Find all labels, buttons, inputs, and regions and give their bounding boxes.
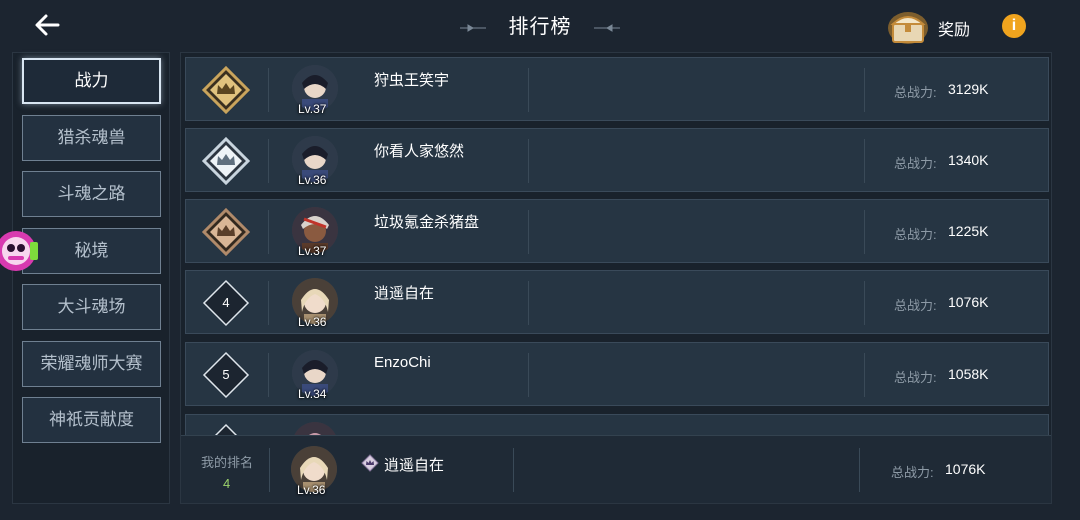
power-value: 1058K [948, 366, 989, 382]
player-name: 你看人家悠然 [374, 143, 465, 160]
divider [864, 68, 865, 112]
power-value: 3129K [948, 81, 989, 97]
divider [859, 448, 860, 492]
treasure-chest-icon [888, 12, 928, 44]
floating-assistant-icon[interactable] [0, 218, 44, 284]
player-name: 垃圾氪金杀猪盘 [374, 214, 480, 231]
player-level: Lv.37 [298, 244, 327, 258]
power-value: 1076K [948, 294, 989, 310]
crown-badge-small-icon [361, 454, 379, 472]
my-player-name: 逍遥自在 [384, 457, 445, 474]
divider [864, 210, 865, 254]
sidebar-item-deity-contribution[interactable]: 神祇贡献度 [22, 397, 161, 443]
rank-number: 4 [222, 295, 230, 310]
rank-number-badge: 4 [202, 279, 250, 327]
gold-crown-badge-icon [202, 66, 250, 114]
power-value: 1340K [948, 152, 989, 168]
sidebar-item-soul-road[interactable]: 斗魂之路 [22, 171, 161, 217]
sidebar-item-arena[interactable]: 大斗魂场 [22, 284, 161, 330]
rank-number: 5 [222, 367, 230, 382]
ranking-row[interactable]: 5 Lv.34 EnzoChi 总战力: 1058K [185, 342, 1049, 406]
player-name: 逍遥自在 [374, 285, 435, 302]
divider [513, 448, 514, 492]
divider [528, 68, 529, 112]
page-title-area: 排行榜 [440, 10, 640, 44]
title-ornament-right-icon [594, 24, 620, 32]
ranking-row[interactable]: Lv.36 你看人家悠然 总战力: 1340K [185, 128, 1049, 192]
ranking-row[interactable]: Lv.37 狩虫王笑宇 总战力: 3129K [185, 57, 1049, 121]
sidebar-item-combat-power[interactable]: 战力 [22, 58, 161, 104]
divider [528, 210, 529, 254]
my-rank-label: 我的排名 [201, 455, 254, 470]
info-icon[interactable]: i [1002, 14, 1026, 38]
power-label: 总战力: [894, 156, 937, 171]
divider [864, 281, 865, 325]
rank-number-badge: 5 [202, 351, 250, 399]
ranking-row[interactable]: Lv.37 垃圾氪金杀猪盘 总战力: 1225K [185, 199, 1049, 263]
player-level: Lv.36 [298, 173, 327, 187]
my-rank-bar: 我的排名 4 Lv.36 逍遥自在 总战力: 1076K [181, 435, 1051, 503]
power-value: 1225K [948, 223, 989, 239]
divider [528, 139, 529, 183]
ranking-list: Lv.37 狩虫王笑宇 总战力: 3129K Lv.36 你看人家悠然 总战力:… [180, 52, 1052, 504]
player-name: EnzoChi [374, 354, 431, 371]
top-bar: 排行榜 奖励 i [0, 0, 1080, 52]
power-label: 总战力: [894, 298, 937, 313]
sidebar-item-glory-tournament[interactable]: 荣耀魂师大赛 [22, 341, 161, 387]
my-level: Lv.36 [297, 483, 326, 497]
my-rank-value: 4 [223, 476, 231, 491]
divider [864, 353, 865, 397]
sidebar-item-hunt-soul-beast[interactable]: 猎杀魂兽 [22, 115, 161, 161]
player-level: Lv.36 [298, 315, 327, 329]
divider [268, 139, 269, 183]
player-level: Lv.37 [298, 102, 327, 116]
back-arrow-icon[interactable] [30, 8, 64, 42]
power-label: 总战力: [891, 465, 934, 480]
divider [528, 281, 529, 325]
power-label: 总战力: [894, 85, 937, 100]
ranking-row[interactable]: 4 Lv.36 逍遥自在 总战力: 1076K [185, 270, 1049, 334]
my-power-value: 1076K [945, 461, 986, 477]
divider [268, 281, 269, 325]
silver-crown-badge-icon [202, 137, 250, 185]
reward-label: 奖励 [938, 22, 971, 39]
reward-button[interactable]: 奖励 [886, 6, 986, 46]
title-ornament-left-icon [460, 24, 486, 32]
bronze-crown-badge-icon [202, 208, 250, 256]
player-name: 狩虫王笑宇 [374, 72, 450, 89]
power-label: 总战力: [894, 227, 937, 242]
power-label: 总战力: [894, 370, 937, 385]
divider [268, 68, 269, 112]
divider [269, 448, 270, 492]
player-level: Lv.34 [298, 387, 327, 401]
page-title: 排行榜 [508, 16, 572, 38]
divider [864, 139, 865, 183]
divider [528, 353, 529, 397]
divider [268, 210, 269, 254]
divider [268, 353, 269, 397]
